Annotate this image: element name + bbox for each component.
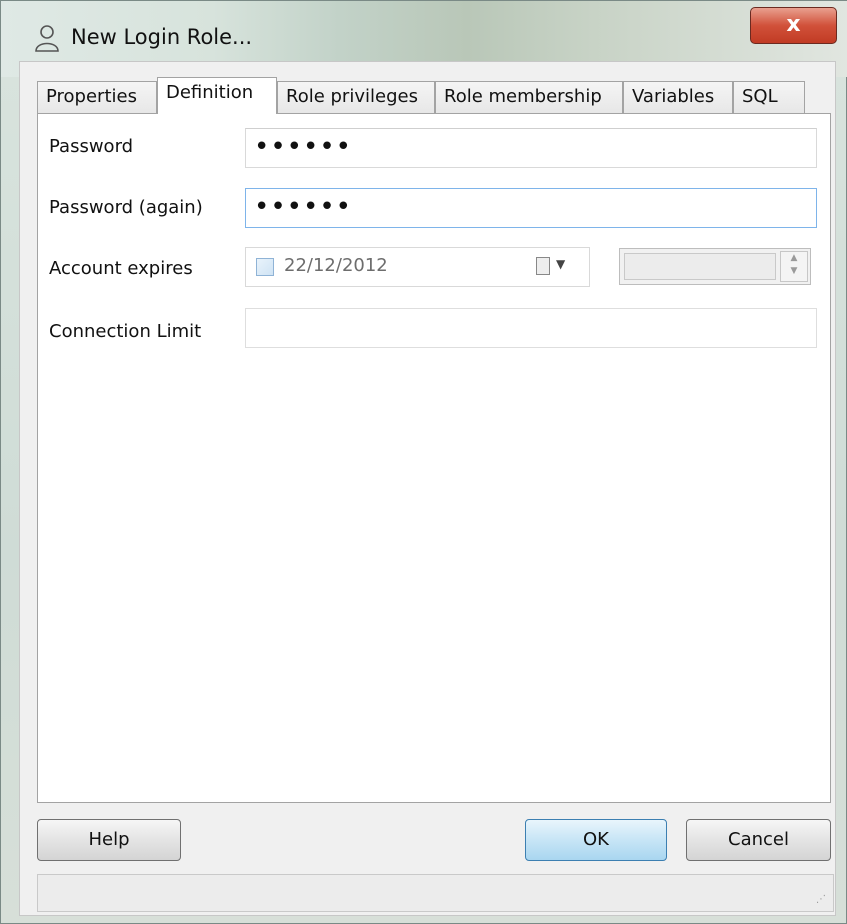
password-again-label: Password (again) xyxy=(49,197,203,218)
connection-limit-label: Connection Limit xyxy=(49,321,202,342)
account-expires-time-field[interactable]: ▲ ▼ xyxy=(619,248,811,285)
tab-sql[interactable]: SQL xyxy=(733,81,805,113)
password-again-field[interactable]: •••••• xyxy=(245,188,817,228)
status-bar xyxy=(37,874,834,912)
ok-button[interactable]: OK xyxy=(525,819,667,861)
password-label: Password xyxy=(49,136,134,157)
account-expires-checkbox[interactable] xyxy=(256,258,274,276)
tab-variables[interactable]: Variables xyxy=(623,81,733,113)
close-button[interactable]: x xyxy=(750,7,837,44)
spin-down-icon[interactable]: ▼ xyxy=(781,265,807,278)
resize-grip-icon[interactable]: ⋰ xyxy=(816,894,826,905)
spin-up-icon[interactable]: ▲ xyxy=(781,252,807,265)
window-title: New Login Role... xyxy=(71,25,253,49)
tab-role-privileges[interactable]: Role privileges xyxy=(277,81,435,113)
close-icon: x xyxy=(786,12,801,37)
account-expires-date-picker[interactable]: 22/12/2012 ▼ xyxy=(245,247,590,287)
help-button[interactable]: Help xyxy=(37,819,181,861)
time-spinner[interactable]: ▲ ▼ xyxy=(780,251,808,282)
cancel-button[interactable]: Cancel xyxy=(686,819,831,861)
dialog-window: New Login Role... x Properties Definitio… xyxy=(0,0,847,924)
time-input[interactable] xyxy=(624,253,776,280)
calendar-icon[interactable] xyxy=(536,257,550,275)
tab-role-membership[interactable]: Role membership xyxy=(435,81,623,113)
password-field[interactable]: •••••• xyxy=(245,128,817,168)
tab-properties[interactable]: Properties xyxy=(37,81,157,113)
connection-limit-field[interactable] xyxy=(245,308,817,348)
user-icon xyxy=(35,25,59,52)
account-expires-label: Account expires xyxy=(49,258,193,279)
account-expires-date: 22/12/2012 xyxy=(284,255,388,276)
chevron-down-icon[interactable]: ▼ xyxy=(556,257,565,271)
tab-definition[interactable]: Definition xyxy=(157,77,277,114)
